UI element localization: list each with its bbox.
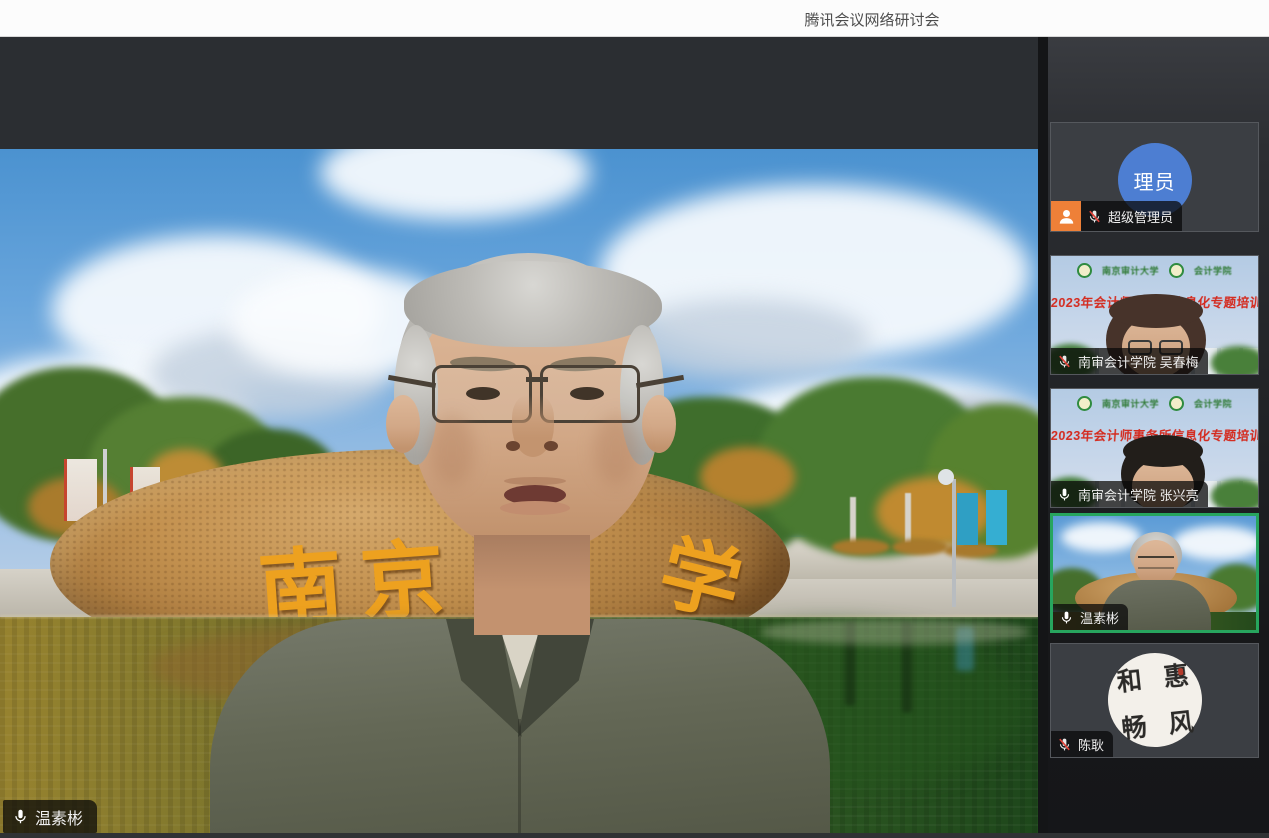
university-logo-icon xyxy=(1077,396,1092,411)
tile-glasses xyxy=(1138,556,1174,569)
cloud-shape xyxy=(1173,526,1259,560)
ear xyxy=(386,395,420,453)
eye xyxy=(466,387,500,400)
window-title: 腾讯会议网络研讨会 xyxy=(804,9,939,30)
college-logo-icon xyxy=(1169,396,1184,411)
university-logo-icon xyxy=(1077,263,1092,278)
mic-muted-icon xyxy=(1057,737,1072,752)
stage-sidebar-divider xyxy=(1038,36,1048,838)
tile-tree xyxy=(1211,346,1259,375)
lower-lip xyxy=(500,501,570,515)
meeting-window: 腾讯会议网络研讨会 xyxy=(0,0,1269,838)
university-logo-text: 南京审计大学 xyxy=(1102,397,1159,410)
person-icon xyxy=(1057,207,1076,226)
neck xyxy=(474,535,590,635)
mic-muted-icon xyxy=(1087,209,1102,224)
campus-logos: 南京审计大学 会计学院 xyxy=(1051,263,1258,278)
college-logo-text: 会计学院 xyxy=(1194,397,1232,410)
participant-tile-video[interactable]: 南京审计大学 会计学院 2023年会计师事务所信息化专题培训班 南审会计学院 张… xyxy=(1050,388,1259,508)
street-banner-blue xyxy=(957,493,978,545)
tile-tree xyxy=(1211,479,1259,508)
street-banner-blue xyxy=(986,490,1007,545)
participants-sidebar: 理员 超级管理员 xyxy=(1048,36,1269,838)
upper-lip-shade xyxy=(504,477,566,485)
participant-tile-active-speaker[interactable]: 温素彬 xyxy=(1050,513,1259,633)
lamp-pole xyxy=(952,479,956,607)
calligraphy-avatar: 和 惠 畅 风 xyxy=(1103,648,1206,751)
host-badge xyxy=(1051,201,1081,231)
main-speaker-nametag: 温素彬 xyxy=(3,800,97,833)
tile-person-hair xyxy=(1123,435,1203,467)
seal-mark xyxy=(1177,668,1183,675)
participant-name: 南审会计学院 张兴亮 xyxy=(1078,485,1199,504)
hair-fringe xyxy=(404,261,662,347)
tree-trunk xyxy=(850,497,856,543)
avatar-initials: 理员 xyxy=(1134,166,1176,195)
participant-name: 南审会计学院 吴春梅 xyxy=(1078,352,1199,371)
calligraphy-char: 畅 xyxy=(1108,700,1160,752)
campus-logos: 南京审计大学 会计学院 xyxy=(1051,396,1258,411)
college-logo-icon xyxy=(1169,263,1184,278)
window-bottom-edge xyxy=(0,833,1269,838)
mic-icon xyxy=(1059,610,1074,625)
participant-tile-admin[interactable]: 理员 超级管理员 xyxy=(1050,122,1259,232)
main-speaker-name: 温素彬 xyxy=(35,805,83,829)
cheek-shade xyxy=(430,415,474,485)
tree-trunk xyxy=(905,493,911,543)
participant-name: 超级管理员 xyxy=(1108,207,1173,226)
mic-icon xyxy=(12,808,29,825)
college-logo-text: 会计学院 xyxy=(1194,264,1232,277)
speaker-face xyxy=(298,245,742,838)
nostril xyxy=(506,441,520,451)
university-logo-text: 南京审计大学 xyxy=(1102,264,1159,277)
eye xyxy=(570,387,604,400)
participant-tile-avatar[interactable]: 和 惠 畅 风 陈耿 xyxy=(1050,643,1259,758)
leaf-mound xyxy=(892,539,948,555)
calligraphy-char: 风 xyxy=(1155,695,1207,747)
calligraphy-char: 和 xyxy=(1103,653,1155,705)
tile-person-hair xyxy=(1109,294,1203,328)
glasses-bridge xyxy=(526,377,548,382)
participant-name: 陈耿 xyxy=(1078,735,1104,754)
nostril xyxy=(544,441,558,451)
participant-nametag: 南审会计学院 吴春梅 xyxy=(1051,348,1208,374)
lamp-head xyxy=(938,469,954,485)
participant-nametag: 温素彬 xyxy=(1053,604,1128,630)
participant-nametag: 陈耿 xyxy=(1051,731,1113,757)
road-reflection xyxy=(760,619,1030,645)
calligraphy-char: 惠 xyxy=(1150,648,1202,700)
leaf-mound xyxy=(832,539,890,555)
mic-muted-icon xyxy=(1057,354,1072,369)
cheek-shade xyxy=(594,415,638,485)
participant-tile-video[interactable]: 南京审计大学 会计学院 2023年会计师事务所信息化专题培训班 xyxy=(1050,255,1259,375)
ear xyxy=(642,395,676,453)
participant-nametag: 南审会计学院 张兴亮 xyxy=(1051,481,1208,507)
cloud-shape xyxy=(1061,522,1141,552)
participant-name: 温素彬 xyxy=(1080,608,1119,627)
participant-nametag: 超级管理员 xyxy=(1081,201,1182,231)
window-titlebar[interactable]: 腾讯会议网络研讨会 xyxy=(0,0,1269,37)
mic-icon xyxy=(1057,487,1072,502)
main-video[interactable]: 南京 学 xyxy=(0,149,1038,838)
